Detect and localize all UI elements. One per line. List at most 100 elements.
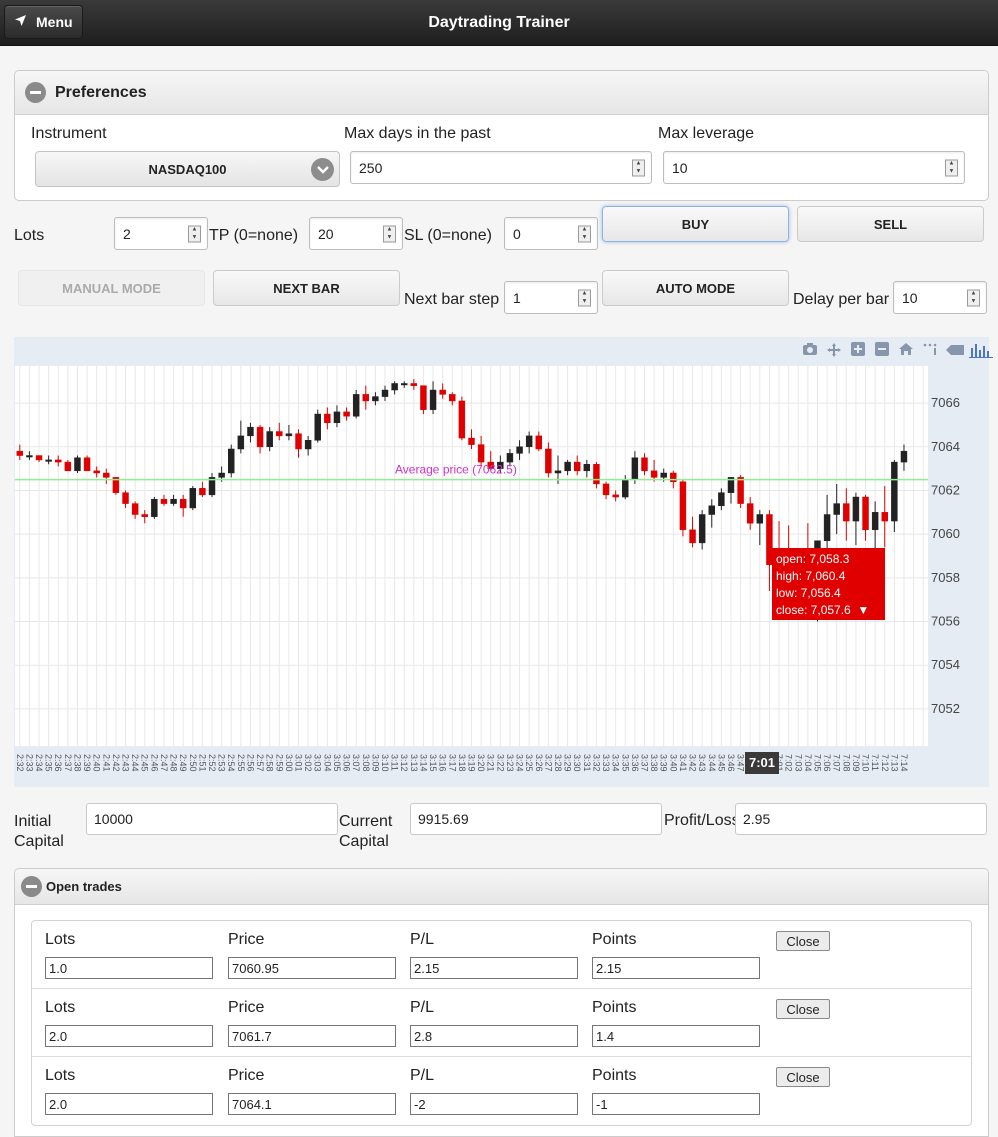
instrument-label: Instrument — [31, 125, 107, 142]
hover-tooltip: open: 7,058.3 high: 7,060.4 low: 7,056.4… — [772, 548, 885, 620]
trade-price-field[interactable]: 7061.7 — [228, 1025, 396, 1047]
auto-mode-button[interactable]: AUTO MODE — [602, 270, 789, 306]
preferences-header[interactable]: Preferences — [15, 71, 988, 115]
tp-input[interactable]: 20 ▲ ▼ — [309, 217, 403, 250]
candle-body — [756, 514, 764, 524]
candle-body — [228, 448, 235, 474]
sell-button[interactable]: SELL — [797, 206, 984, 242]
next-bar-step-input[interactable]: 1 ▲ ▼ — [504, 281, 598, 314]
instrument-select[interactable]: NASDAQ100 — [35, 151, 340, 187]
trade-points-label: Points — [592, 931, 637, 948]
spinner-arrows-icon[interactable]: ▲ ▼ — [578, 225, 591, 242]
candle-body — [93, 470, 100, 474]
x-tick-label: 2:56 — [245, 754, 255, 772]
candle-body — [862, 496, 869, 531]
trade-lots-label: Lots — [45, 999, 76, 1016]
price-chart[interactable]: 7052 7054 7056 7058 7060 7062 7064 7066 Average … — [14, 337, 993, 787]
candle-body — [266, 431, 273, 448]
y-tick-label: 7058 — [931, 570, 960, 585]
delay-value: 10 — [902, 289, 918, 306]
app-title: Daytrading Trainer — [428, 14, 570, 31]
spinner-arrows-icon[interactable]: ▲ ▼ — [188, 225, 201, 242]
trade-price-field[interactable]: 7060.95 — [228, 957, 396, 979]
trade-lots-field[interactable]: 1.0 — [45, 957, 213, 979]
trade-points-field[interactable]: 1.4 — [592, 1025, 760, 1047]
x-tick-label: 2:57 — [255, 754, 265, 772]
tooltip-close: close: 7,057.6 ▼ — [776, 602, 881, 619]
menu-button[interactable]: Menu — [4, 5, 83, 39]
x-tick-label: 3:09 — [370, 754, 380, 772]
delay-input[interactable]: 10 ▲ ▼ — [893, 281, 987, 314]
sl-input[interactable]: 0 ▲ ▼ — [504, 217, 598, 250]
spinner-arrows-icon[interactable]: ▲ ▼ — [632, 159, 645, 176]
spinner-arrows-icon[interactable]: ▲ ▼ — [383, 225, 396, 242]
x-tick-label: 2:58 — [265, 754, 275, 772]
close-trade-button[interactable]: Close — [776, 1067, 830, 1087]
tp-label: TP (0=none) — [209, 227, 299, 244]
x-tick-label: 7:04 — [803, 754, 813, 772]
x-tick-label: 2:32 — [15, 754, 25, 772]
trade-points-field[interactable]: 2.15 — [592, 957, 760, 979]
candle-body — [689, 529, 696, 544]
candle-body — [237, 435, 245, 450]
x-tick-label: 3:31 — [582, 754, 592, 772]
x-tick-label: 3:20 — [476, 754, 486, 772]
collapse-icon[interactable] — [21, 876, 42, 897]
current-capital-value: 9915.69 — [418, 811, 469, 827]
y-tick-label: 7060 — [931, 526, 960, 541]
next-bar-step-value: 1 — [513, 289, 521, 306]
manual-mode-button[interactable]: MANUAL MODE — [18, 270, 205, 306]
candle-body — [420, 385, 427, 410]
max-days-input[interactable]: 250 ▲ ▼ — [350, 151, 652, 184]
x-tick-label: 3:41 — [678, 754, 688, 772]
trade-pl-field[interactable]: -2 — [410, 1093, 578, 1115]
close-trade-button[interactable]: Close — [776, 931, 830, 951]
candle-body — [746, 503, 754, 524]
collapse-icon[interactable] — [25, 82, 46, 103]
trade-points-field[interactable]: -1 — [592, 1093, 760, 1115]
x-tick-label: 3:16 — [438, 754, 448, 772]
candle-body — [439, 389, 446, 395]
candle-body — [295, 433, 302, 450]
profit-loss-input[interactable]: 2.95 — [735, 803, 987, 835]
candle-body — [458, 400, 466, 439]
trade-price-label: Price — [228, 931, 265, 948]
candle-body — [535, 435, 543, 450]
current-capital-input[interactable]: 9915.69 — [410, 803, 662, 835]
x-tick-label: 7:08 — [841, 754, 851, 772]
next-bar-button[interactable]: NEXT BAR — [213, 270, 400, 306]
x-tick-label: 7:12 — [880, 754, 890, 772]
candle-body — [891, 461, 898, 522]
trade-pl-field[interactable]: 2.8 — [410, 1025, 578, 1047]
trade-pl-field[interactable]: 2.15 — [410, 957, 578, 979]
x-tick-label: 3:07 — [351, 754, 361, 772]
open-trades-header[interactable]: Open trades — [15, 869, 988, 905]
x-tick-label: 7:06 — [822, 754, 832, 772]
close-trade-button[interactable]: Close — [776, 999, 830, 1019]
candle-body — [381, 389, 389, 397]
candle-body — [506, 453, 514, 463]
y-tick-label: 7054 — [931, 657, 960, 672]
candle-body — [708, 505, 715, 515]
trade-points-label: Points — [592, 1067, 637, 1084]
trade-lots-field[interactable]: 2.0 — [45, 1093, 213, 1115]
x-tick-label: 2:39 — [82, 754, 92, 772]
profit-loss-value: 2.95 — [743, 811, 771, 827]
x-tick-label: 3:02 — [303, 754, 313, 772]
trade-price-field[interactable]: 7064.1 — [228, 1093, 396, 1115]
candle-body — [641, 457, 648, 472]
trade-lots-field[interactable]: 2.0 — [45, 1025, 213, 1047]
spinner-arrows-icon[interactable]: ▲ ▼ — [578, 289, 591, 306]
candle-body — [573, 461, 581, 472]
initial-capital-input[interactable]: 10000 — [86, 803, 338, 835]
buy-button[interactable]: BUY — [602, 206, 789, 242]
lots-input[interactable]: 2 ▲ ▼ — [114, 217, 208, 250]
trade-pl-label: P/L — [410, 1067, 435, 1084]
candle-body — [823, 514, 831, 541]
x-tick-label: 2:37 — [63, 754, 73, 772]
max-leverage-input[interactable]: 10 ▲ ▼ — [663, 151, 965, 184]
spinner-arrows-icon[interactable]: ▲ ▼ — [967, 289, 980, 306]
candle-body — [131, 503, 139, 515]
x-tick-label: 3:33 — [601, 754, 611, 772]
spinner-arrows-icon[interactable]: ▲ ▼ — [945, 159, 958, 176]
